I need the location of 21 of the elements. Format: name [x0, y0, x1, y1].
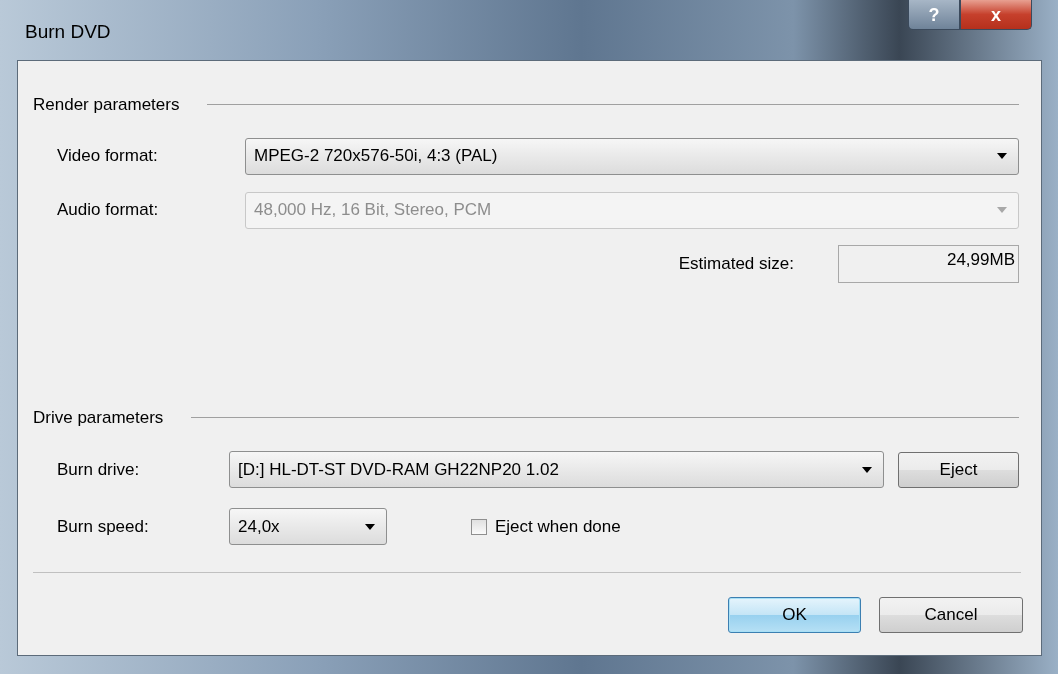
estimated-size-field: 24,99MB	[838, 244, 1019, 283]
burn-speed-dropdown[interactable]: 24,0x	[229, 508, 387, 545]
video-format-dropdown[interactable]: MPEG-2 720x576-50i, 4:3 (PAL)	[245, 137, 1019, 175]
eject-when-done-checkbox[interactable]: Eject when done	[471, 513, 621, 540]
dropdown-arrow-icon	[996, 206, 1008, 214]
dropdown-arrow-icon	[996, 152, 1008, 160]
cancel-button[interactable]: Cancel	[879, 597, 1023, 633]
field-label: Estimated size:	[678, 252, 794, 275]
section-heading: Render parameters	[33, 94, 180, 116]
close-button[interactable]: x	[960, 0, 1032, 30]
dropdown-arrow-icon	[364, 522, 376, 531]
burn-drive-dropdown[interactable]: [D:] HL-DT-ST DVD-RAM GH22NP20 1.02	[229, 451, 884, 488]
dropdown-arrow-icon	[861, 465, 873, 474]
eject-button[interactable]: Eject	[898, 451, 1019, 488]
section-heading: Drive parameters	[33, 406, 164, 429]
field-label: Burn speed:	[57, 515, 150, 538]
field-label: Video format:	[57, 145, 159, 168]
field-label: Audio format:	[57, 199, 160, 222]
window-title: Burn DVD	[25, 20, 111, 44]
field-label: Burn drive:	[57, 458, 141, 481]
ok-button[interactable]: OK	[728, 597, 861, 633]
